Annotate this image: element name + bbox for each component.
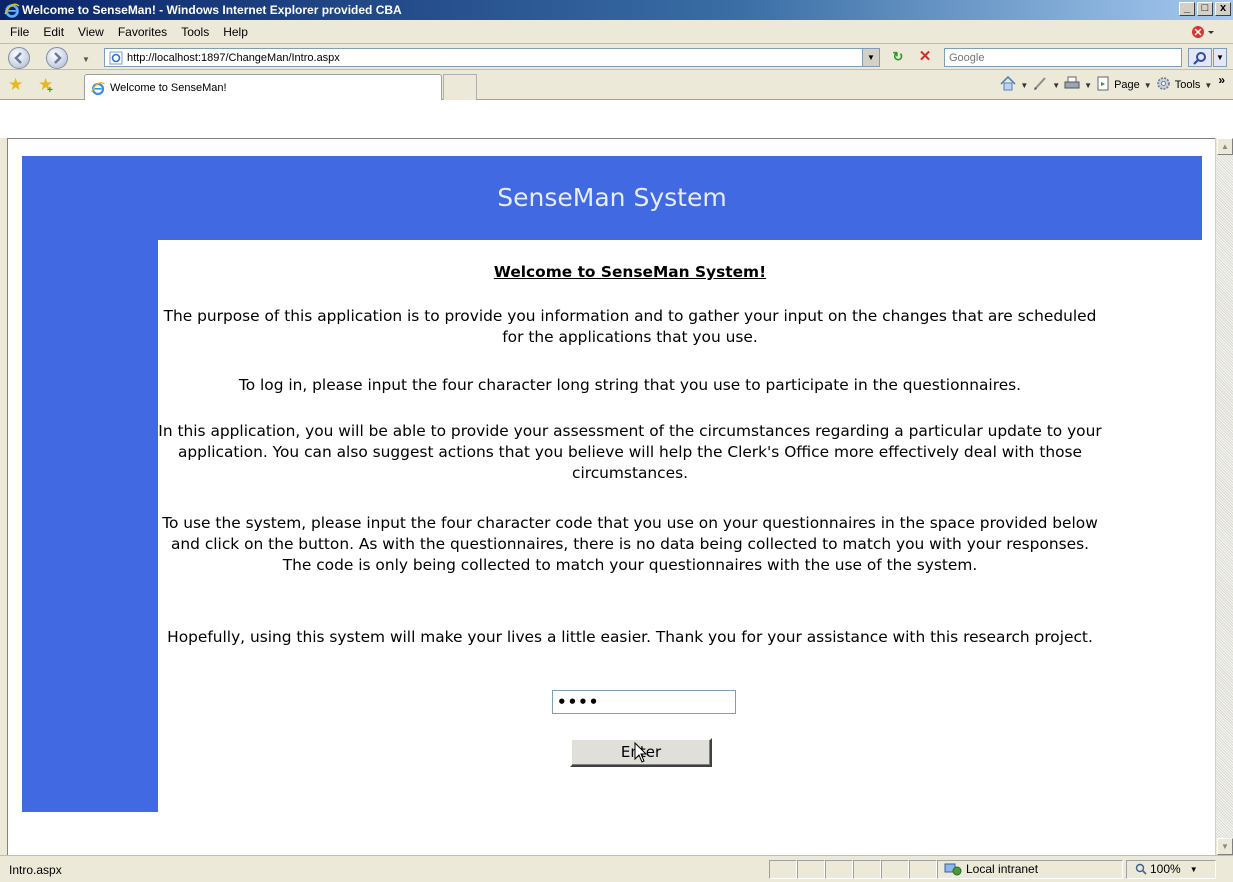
minimize-button[interactable]: _ bbox=[1179, 2, 1195, 16]
search-button[interactable] bbox=[1188, 48, 1212, 67]
close-button[interactable]: x bbox=[1215, 2, 1231, 16]
zoom-control[interactable]: 100% ▼ bbox=[1135, 862, 1198, 876]
print-icon[interactable] bbox=[1064, 76, 1080, 94]
page-icon bbox=[109, 51, 123, 65]
mouse-cursor-icon bbox=[634, 742, 648, 763]
add-favorites-icon[interactable]: ★ + bbox=[38, 76, 53, 96]
status-cell bbox=[881, 860, 909, 879]
page-left-sidebar bbox=[22, 240, 158, 812]
menu-edit[interactable]: Edit bbox=[36, 25, 71, 39]
url-input[interactable] bbox=[127, 50, 847, 65]
viewport-top-margin bbox=[0, 100, 1233, 138]
more-commands-chevron-icon[interactable]: » bbox=[1218, 73, 1225, 87]
zone-label: Local intranet bbox=[966, 862, 1039, 876]
address-bar: ▼ ▼ ↻ ✕ ▼ bbox=[0, 44, 1233, 70]
home-icon[interactable] bbox=[1000, 75, 1016, 94]
forward-arrow-icon bbox=[54, 52, 62, 64]
search-options-dropdown-icon[interactable]: ▼ bbox=[1213, 48, 1227, 67]
refresh-button[interactable]: ↻ bbox=[887, 48, 909, 67]
page-dropdown-icon[interactable]: ▼ bbox=[1144, 81, 1152, 90]
search-field[interactable] bbox=[944, 48, 1182, 67]
code-input-field[interactable]: •••• bbox=[552, 690, 736, 714]
print-dropdown-icon[interactable]: ▼ bbox=[1084, 81, 1092, 90]
welcome-heading: Welcome to SenseMan System! bbox=[493, 263, 767, 281]
tab-bar: ★ ★ + Welcome to SenseMan! ▼ ▼ ▼ Page ▼ T… bbox=[0, 70, 1233, 100]
zoom-dropdown-icon[interactable]: ▼ bbox=[1190, 865, 1198, 874]
window-title-bar: Welcome to SenseMan! - Windows Internet … bbox=[0, 0, 1233, 20]
page-header: SenseMan System bbox=[22, 156, 1202, 240]
intro-paragraph-instructions: To use the system, please input the four… bbox=[162, 514, 1098, 574]
scroll-down-arrow-icon[interactable]: ▼ bbox=[1217, 838, 1233, 855]
tools-menu-label[interactable]: Tools bbox=[1175, 79, 1201, 91]
favorites-center-icon[interactable]: ★ bbox=[8, 76, 23, 93]
status-cell bbox=[853, 860, 881, 879]
zoom-icon bbox=[1135, 863, 1147, 875]
url-dropdown-icon[interactable]: ▼ bbox=[862, 49, 879, 66]
forward-button[interactable] bbox=[46, 47, 68, 69]
maximize-button[interactable]: □ bbox=[1197, 2, 1213, 16]
page-menu-label[interactable]: Page bbox=[1114, 79, 1140, 91]
menu-bar: File Edit View Favorites Tools Help bbox=[0, 20, 1233, 44]
status-cell bbox=[797, 860, 825, 879]
home-dropdown-icon[interactable]: ▼ bbox=[1020, 81, 1028, 90]
menu-help[interactable]: Help bbox=[216, 25, 255, 39]
status-bar: Intro.aspx Local intranet 100% ▼ bbox=[0, 855, 1233, 882]
intro-paragraph-login: To log in, please input the four charact… bbox=[238, 376, 1022, 394]
intro-paragraph-purpose: The purpose of this application is to pr… bbox=[163, 307, 1097, 346]
recent-pages-dropdown-icon[interactable]: ▼ bbox=[82, 55, 90, 64]
scroll-up-arrow-icon[interactable]: ▲ bbox=[1217, 138, 1233, 155]
intro-paragraph-assessment: In this application, you will be able to… bbox=[158, 422, 1102, 482]
menu-favorites[interactable]: Favorites bbox=[111, 25, 174, 39]
internet-explorer-icon bbox=[91, 82, 105, 95]
page-menu-icon[interactable] bbox=[1096, 76, 1110, 94]
tools-gear-icon[interactable] bbox=[1156, 76, 1171, 94]
security-zone[interactable]: Local intranet bbox=[944, 862, 1038, 876]
menu-file[interactable]: File bbox=[10, 25, 36, 39]
tab-label: Welcome to SenseMan! bbox=[110, 82, 227, 94]
stop-button[interactable]: ✕ bbox=[914, 48, 936, 67]
status-cell bbox=[909, 860, 937, 879]
window-title: Welcome to SenseMan! - Windows Internet … bbox=[22, 3, 402, 17]
menu-view[interactable]: View bbox=[71, 25, 111, 39]
vertical-scrollbar[interactable]: ▲ ▼ bbox=[1215, 138, 1233, 855]
status-cell bbox=[825, 860, 853, 879]
menu-tools[interactable]: Tools bbox=[174, 25, 216, 39]
tools-dropdown-icon[interactable]: ▼ bbox=[1204, 81, 1212, 90]
toolbar-extension-icon[interactable] bbox=[1191, 24, 1215, 40]
page-content: Welcome to SenseMan System! The purpose … bbox=[158, 240, 1102, 812]
local-intranet-icon bbox=[944, 863, 962, 876]
search-input[interactable] bbox=[949, 50, 1175, 65]
status-text: Intro.aspx bbox=[9, 863, 62, 877]
feeds-dropdown-icon[interactable]: ▼ bbox=[1052, 81, 1060, 90]
search-icon bbox=[1193, 52, 1206, 65]
status-cell bbox=[769, 860, 797, 879]
back-button[interactable] bbox=[8, 47, 30, 69]
intro-paragraph-thanks: Hopefully, using this system will make y… bbox=[167, 628, 1093, 646]
internet-explorer-icon bbox=[4, 3, 20, 18]
feeds-icon[interactable] bbox=[1032, 76, 1048, 94]
command-bar: ▼ ▼ ▼ Page ▼ Tools ▼ » bbox=[1000, 73, 1225, 94]
tab-welcome[interactable]: Welcome to SenseMan! bbox=[84, 74, 442, 100]
zoom-level: 100% bbox=[1150, 862, 1181, 876]
system-title: SenseMan System bbox=[497, 183, 727, 212]
back-arrow-icon bbox=[14, 52, 22, 64]
new-tab-button[interactable] bbox=[443, 74, 477, 100]
url-field[interactable]: ▼ bbox=[104, 48, 880, 67]
